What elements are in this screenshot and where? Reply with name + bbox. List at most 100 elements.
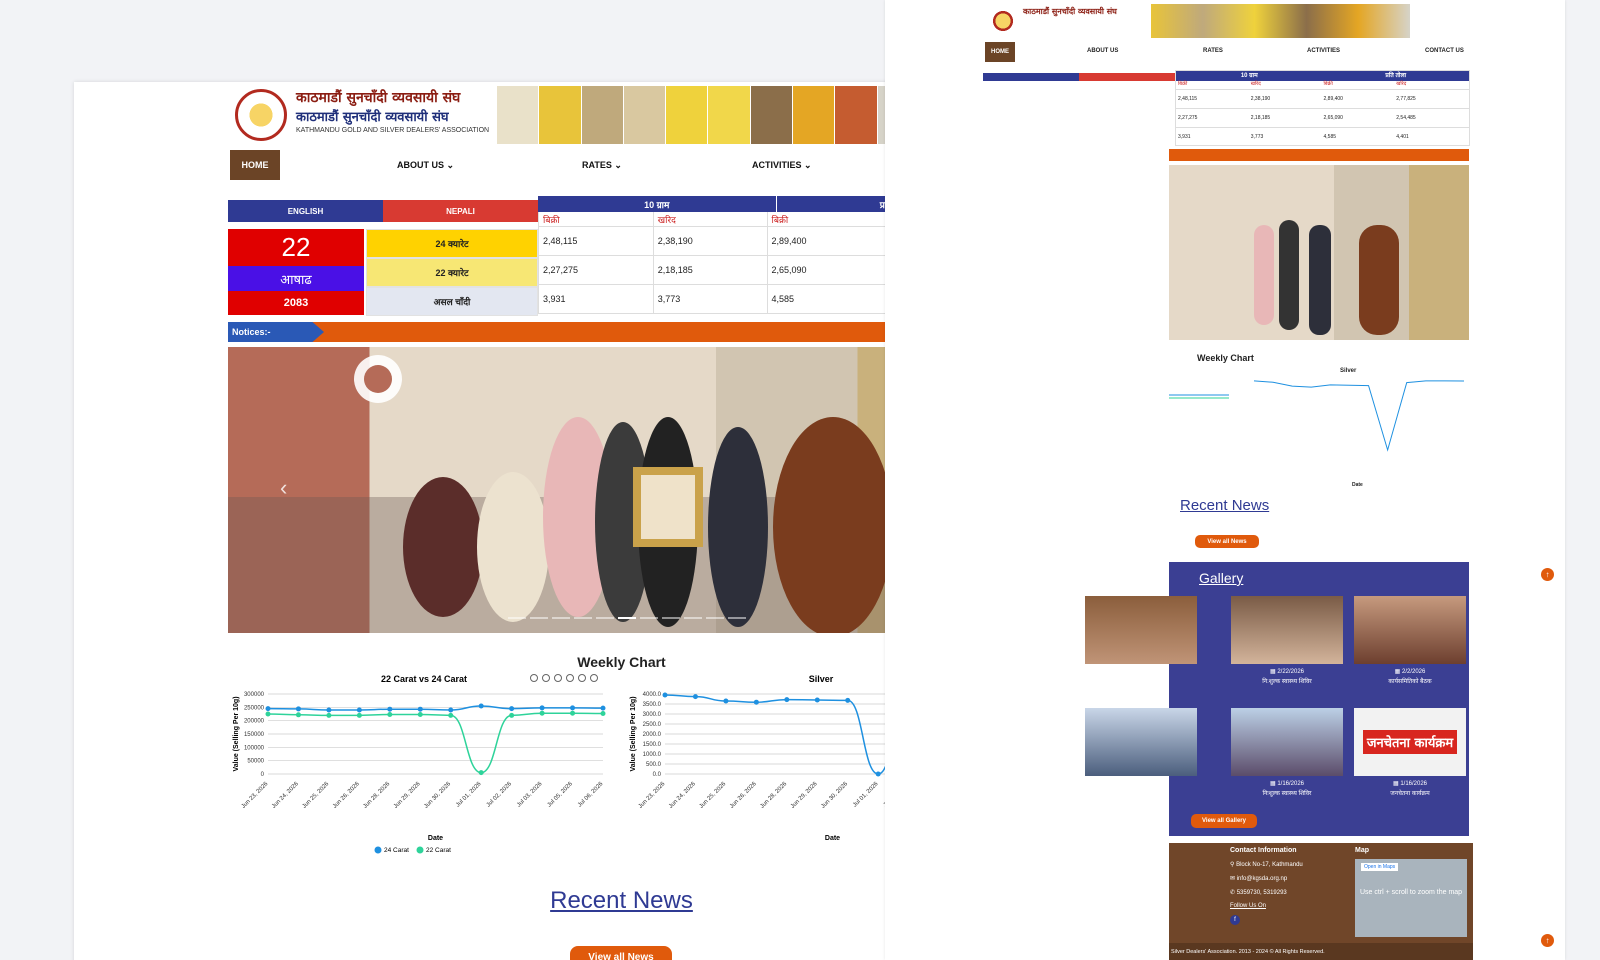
- y-tick-label: 3500.0: [643, 702, 662, 708]
- banner-title: काठमाडौं सुनचाँदी व्यवसायी संघ काठमाडौं …: [292, 86, 497, 144]
- gallery-date: ▦ 2/22/2026: [1269, 669, 1305, 675]
- gallery-thumb[interactable]: [1231, 596, 1343, 664]
- contact-phone[interactable]: ✆ 5359730, 5319293: [1230, 889, 1287, 896]
- small-nav-contact[interactable]: CONTACT US: [1425, 48, 1464, 54]
- home-icon[interactable]: [578, 674, 586, 682]
- data-point: [326, 712, 332, 718]
- rate-cell: 3,931: [539, 285, 654, 314]
- data-point: [448, 712, 454, 718]
- data-point: [448, 707, 454, 713]
- data-point: [417, 706, 423, 712]
- gallery-caption: सदस्य तथा: [1129, 679, 1153, 685]
- y-tick-label: 2500.0: [643, 722, 662, 728]
- scroll-to-top-icon[interactable]: ↑: [1541, 568, 1554, 581]
- carousel-indicators[interactable]: [508, 617, 746, 619]
- english-toggle[interactable]: ENGLISH: [228, 200, 383, 222]
- zoom-in-icon[interactable]: [530, 674, 538, 682]
- copyright-bar: Silver Dealers' Association. 2013 - 2024…: [1169, 943, 1473, 960]
- x-tick-label: Jun 30, 2026: [423, 781, 452, 810]
- y-axis-label: Value (Selling Per 10g): [630, 696, 637, 771]
- gallery-date: 2026: [1134, 668, 1148, 674]
- legend-label: 24 Carat: [384, 847, 409, 854]
- small-nav-rates[interactable]: RATES: [1203, 48, 1223, 54]
- zoom-out-icon[interactable]: [542, 674, 550, 682]
- data-point: [570, 705, 576, 711]
- label-22-carat: 22 क्यारेट: [366, 258, 538, 287]
- view-all-news-button[interactable]: View all News: [570, 946, 672, 960]
- x-axis-label: Date: [825, 835, 840, 842]
- legend-label: 22 Carat: [426, 847, 451, 854]
- y-tick-label: 500.0: [646, 762, 662, 768]
- rate-cell: 2,38,190: [653, 227, 768, 256]
- contact-email[interactable]: ✉ info@kgsda.org.np: [1230, 875, 1287, 882]
- small-carousel[interactable]: [1169, 165, 1469, 340]
- data-point: [875, 771, 881, 777]
- gallery-thumb[interactable]: [1231, 708, 1343, 776]
- data-point: [600, 705, 606, 711]
- data-point: [692, 694, 698, 700]
- label-24-carat: 24 क्यारेट: [366, 229, 538, 258]
- x-tick-label: Jul 05, 2026: [547, 781, 575, 809]
- small-date-axis-label: Date: [1352, 482, 1363, 488]
- map-zoom-hint: Use ctrl + scroll to zoom the map: [1359, 889, 1463, 896]
- small-view-all-news-button[interactable]: View all News: [1195, 535, 1259, 548]
- zoom-icon[interactable]: [554, 674, 562, 682]
- data-point: [845, 697, 851, 703]
- menu-icon[interactable]: [590, 674, 598, 682]
- data-point: [570, 710, 576, 716]
- data-point: [265, 711, 271, 717]
- gallery-title[interactable]: Gallery: [1199, 570, 1243, 586]
- poster-text: जनचेतना कार्यक्रम: [1362, 730, 1458, 754]
- y-tick-label: 100000: [244, 745, 265, 751]
- mail-icon: ✉: [1230, 876, 1237, 882]
- y-tick-label: 1500.0: [643, 742, 662, 748]
- carousel-prev-icon[interactable]: ‹: [280, 475, 287, 501]
- gallery-thumb[interactable]: [1354, 596, 1466, 664]
- data-point: [539, 710, 545, 716]
- small-nepali-toggle[interactable]: [1079, 73, 1175, 81]
- open-in-maps-link[interactable]: Open in Maps: [1361, 863, 1399, 871]
- gallery-date: ▦ 2/2/2026: [1394, 669, 1426, 675]
- gallery-date: 2026: [1134, 780, 1148, 786]
- rate-cell: 3,773: [653, 285, 768, 314]
- pan-icon[interactable]: [566, 674, 574, 682]
- small-notice-ticker[interactable]: [1169, 149, 1469, 161]
- chevron-down-icon: ⌄: [614, 160, 622, 170]
- facebook-icon[interactable]: f: [1230, 915, 1240, 925]
- map-title: Map: [1355, 847, 1369, 854]
- data-point: [509, 706, 515, 712]
- gallery-date: ▦ 1/16/2026: [1392, 781, 1428, 787]
- nepali-toggle[interactable]: NEPALI: [383, 200, 538, 222]
- gold-line-chart: 22 Carat vs 24 Carat 300000 250000 200000 15…: [233, 674, 606, 854]
- gallery-caption: नि:शुल्क स्वास्थ्य शिविर: [1262, 679, 1312, 685]
- data-point: [814, 697, 820, 703]
- x-tick-label: Jun 29, 2026: [393, 781, 422, 810]
- small-english-toggle[interactable]: [983, 73, 1079, 81]
- y-tick-label: 4000.0: [643, 692, 662, 698]
- association-logo: [230, 86, 292, 144]
- small-nav-about[interactable]: ABOUT US: [1087, 48, 1118, 54]
- scroll-to-top-icon[interactable]: ↑: [1541, 934, 1554, 947]
- small-nav-activities[interactable]: ACTIVITIES: [1307, 48, 1340, 54]
- chevron-down-icon: ⌄: [446, 160, 455, 170]
- small-nav-home[interactable]: HOME: [985, 42, 1015, 62]
- x-tick-label: Jun 30, 2026: [820, 781, 849, 810]
- rate-cell: 2,27,275: [539, 256, 654, 285]
- data-point: [600, 710, 606, 716]
- data-point: [509, 712, 515, 718]
- contact-address: ⚲ Block No-17, Kathmandu: [1230, 862, 1303, 868]
- embedded-map[interactable]: Open in Maps Use ctrl + scroll to zoom t…: [1355, 859, 1467, 937]
- view-all-gallery-button[interactable]: View all Gallery: [1191, 814, 1257, 828]
- nav-activities[interactable]: ACTIVITIES ⌄: [752, 160, 812, 171]
- nav-rates[interactable]: RATES ⌄: [582, 160, 622, 171]
- site-banner[interactable]: काठमाडौं सुनचाँदी व्यवसायी संघ काठमाडौं …: [230, 86, 920, 144]
- data-point: [387, 706, 393, 712]
- data-point: [723, 698, 729, 704]
- nav-about-us[interactable]: ABOUT US ⌄: [397, 160, 454, 171]
- y-tick-label: 250000: [244, 705, 265, 711]
- nav-home[interactable]: HOME: [230, 150, 280, 180]
- gallery-thumb[interactable]: जनचेतना कार्यक्रम: [1354, 708, 1466, 776]
- small-recent-news[interactable]: Recent News: [1180, 497, 1269, 514]
- gallery-thumb[interactable]: [1085, 596, 1197, 664]
- gallery-thumb[interactable]: [1085, 708, 1197, 776]
